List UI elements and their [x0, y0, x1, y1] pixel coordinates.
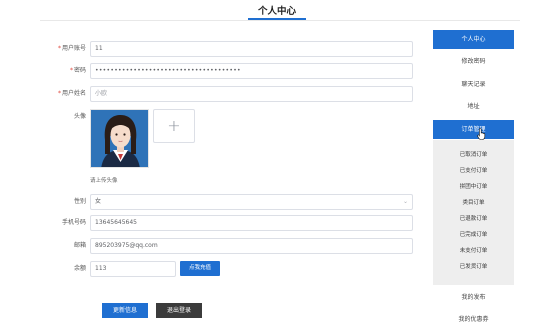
submenu-item-cancelled[interactable]: 已取消订单 [433, 149, 514, 161]
email-row: 邮箱 895203975@qq.com [40, 238, 422, 254]
sidebar-item-address[interactable]: 地址 [433, 97, 514, 116]
page-title: 个人中心 [257, 6, 296, 17]
email-label: 邮箱 [73, 242, 86, 249]
password-input[interactable]: •••••••••••••••••••••••••••••••••••••• [90, 63, 413, 79]
submenu-item-completed[interactable]: 已完成订单 [433, 229, 514, 241]
phone-row: 手机号码 13645645645 [40, 215, 422, 231]
phone-input[interactable]: 13645645645 [90, 215, 413, 231]
account-label: 用户账号 [61, 45, 86, 52]
sidebar-item-profile[interactable]: 个人中心 [433, 30, 514, 49]
name-row: *用户姓名 小欧 [40, 86, 422, 102]
logout-button[interactable]: 退出登录 [156, 303, 202, 318]
account-input[interactable]: 11 [90, 41, 413, 57]
avatar-label: 头像 [73, 113, 86, 120]
name-input[interactable]: 小欧 [90, 86, 413, 102]
required-mark: * [57, 45, 61, 52]
avatar-image[interactable] [90, 109, 149, 168]
submenu-item-refunded[interactable]: 已退款订单 [433, 213, 514, 225]
name-label: 用户姓名 [61, 90, 86, 97]
recharge-button[interactable]: 点我充值 [180, 261, 220, 276]
balance-row: 余额 113 点我充值 [40, 261, 422, 277]
required-mark: * [69, 67, 73, 74]
hand-pointer-icon [477, 128, 486, 140]
submenu-item-category[interactable]: 类目订单 [433, 197, 514, 209]
gender-label: 性别 [73, 198, 86, 205]
header-divider [40, 20, 520, 21]
submenu-item-unpaid[interactable]: 未支付订单 [433, 245, 514, 257]
phone-label: 手机号码 [61, 219, 86, 226]
submenu-item-paid[interactable]: 已支付订单 [433, 165, 514, 177]
password-label: 密码 [73, 67, 86, 74]
balance-input[interactable]: 113 [90, 261, 176, 277]
email-input[interactable]: 895203975@qq.com [90, 238, 413, 254]
sidebar-item-chat-history[interactable]: 聊天记录 [433, 75, 514, 94]
chevron-down-icon: ⌄ [402, 198, 408, 205]
sidebar-item-my-posts[interactable]: 我的发布 [433, 288, 514, 307]
submenu-item-shipped[interactable]: 已发货订单 [433, 261, 514, 273]
required-mark: * [57, 90, 61, 97]
gender-select[interactable]: 女 ⌄ [90, 194, 413, 210]
avatar-photo [91, 110, 148, 167]
sidebar-item-change-password[interactable]: 修改密码 [433, 52, 514, 71]
balance-label: 余额 [73, 265, 86, 272]
sidebar-item-orders[interactable]: 订单管理 [433, 120, 514, 139]
password-row: *密码 ••••••••••••••••••••••••••••••••••••… [40, 63, 422, 79]
avatar-upload-button[interactable]: + [153, 109, 195, 143]
plus-icon: + [167, 116, 181, 135]
avatar-upload-hint: 请上传头像 [90, 178, 118, 184]
update-info-button[interactable]: 更新信息 [102, 303, 148, 318]
sidebar-item-my-coupons[interactable]: 我的优惠券 [433, 310, 514, 326]
submenu-item-group-buying[interactable]: 拼团中订单 [433, 181, 514, 193]
orders-submenu: 已取消订单 已支付订单 拼团中订单 类目订单 已退款订单 已完成订单 未支付订单… [433, 140, 514, 285]
gender-row: 性别 女 ⌄ [40, 194, 422, 210]
gender-value: 女 [95, 198, 102, 205]
account-row: *用户账号 11 [40, 41, 422, 57]
